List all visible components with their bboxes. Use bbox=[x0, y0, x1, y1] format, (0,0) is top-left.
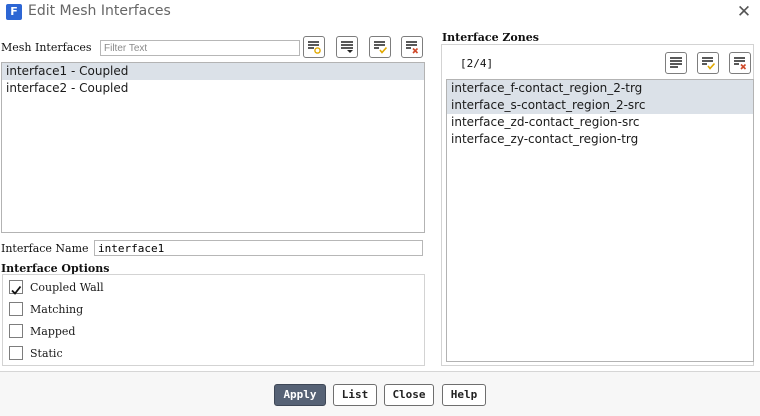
interface-zone-item[interactable]: interface_zy-contact_region-trg bbox=[447, 131, 753, 148]
option-checkbox[interactable] bbox=[9, 280, 23, 295]
deselect-all-icon bbox=[734, 57, 747, 70]
dialog-footer bbox=[0, 372, 760, 416]
interface-zone-item[interactable]: interface_s-contact_region_2-src bbox=[447, 97, 753, 114]
checkmark-icon bbox=[11, 285, 22, 295]
option-label: Static bbox=[30, 347, 63, 360]
interface-zone-item[interactable]: interface_f-contact_region_2-trg bbox=[447, 80, 753, 97]
app-logo-icon: F bbox=[6, 4, 22, 20]
window-title: Edit Mesh Interfaces bbox=[28, 3, 171, 19]
select-all-icon bbox=[374, 41, 387, 54]
interface-zones-heading: Interface Zones bbox=[442, 31, 539, 44]
interface-name-field[interactable] bbox=[94, 240, 423, 256]
mesh-interface-item[interactable]: interface1 - Coupled bbox=[2, 63, 424, 80]
help-button[interactable]: Help bbox=[442, 384, 486, 406]
option-checkbox[interactable] bbox=[9, 324, 23, 338]
zones-selection-count: [2/4] bbox=[460, 57, 494, 70]
close-window-icon[interactable]: ✕ bbox=[734, 2, 754, 22]
list-dropdown-icon bbox=[341, 41, 353, 53]
deselect-all-icon bbox=[406, 41, 419, 54]
interface-zones-list[interactable]: interface_f-contact_region_2-trg interfac… bbox=[446, 79, 754, 362]
option-checkbox[interactable] bbox=[9, 302, 23, 316]
interface-zone-item[interactable]: interface_zd-contact_region-src bbox=[447, 114, 753, 131]
list-button[interactable]: List bbox=[333, 384, 377, 406]
interface-name-label: Interface Name bbox=[1, 242, 89, 255]
filter-text-input[interactable] bbox=[100, 40, 300, 56]
mesh-interfaces-list[interactable]: interface1 - Coupled interface2 - Coupled bbox=[1, 62, 425, 233]
mesh-interfaces-label: Mesh Interfaces bbox=[1, 41, 92, 54]
option-label: Mapped bbox=[30, 325, 76, 338]
option-label: Coupled Wall bbox=[30, 281, 104, 294]
interface-options-group: Coupled Wall Matching Mapped Static bbox=[2, 274, 425, 366]
select-all-icon bbox=[702, 57, 715, 70]
option-label: Matching bbox=[30, 303, 84, 316]
apply-button[interactable]: Apply bbox=[274, 384, 326, 406]
zones-deselect-all-button[interactable] bbox=[729, 52, 751, 74]
mesh-interface-item[interactable]: interface2 - Coupled bbox=[2, 80, 424, 97]
deselect-all-button[interactable] bbox=[401, 36, 423, 58]
list-lines-icon bbox=[670, 57, 682, 68]
close-button[interactable]: Close bbox=[384, 384, 434, 406]
select-all-button[interactable] bbox=[369, 36, 391, 58]
zones-select-all-button[interactable] bbox=[697, 52, 719, 74]
filter-list-icon bbox=[308, 41, 321, 54]
zones-list-options-button[interactable] bbox=[665, 52, 687, 74]
option-checkbox[interactable] bbox=[9, 346, 23, 360]
list-options-button[interactable] bbox=[336, 36, 358, 58]
filter-list-button[interactable] bbox=[303, 36, 325, 58]
title-bar: F Edit Mesh Interfaces ✕ bbox=[0, 0, 760, 26]
